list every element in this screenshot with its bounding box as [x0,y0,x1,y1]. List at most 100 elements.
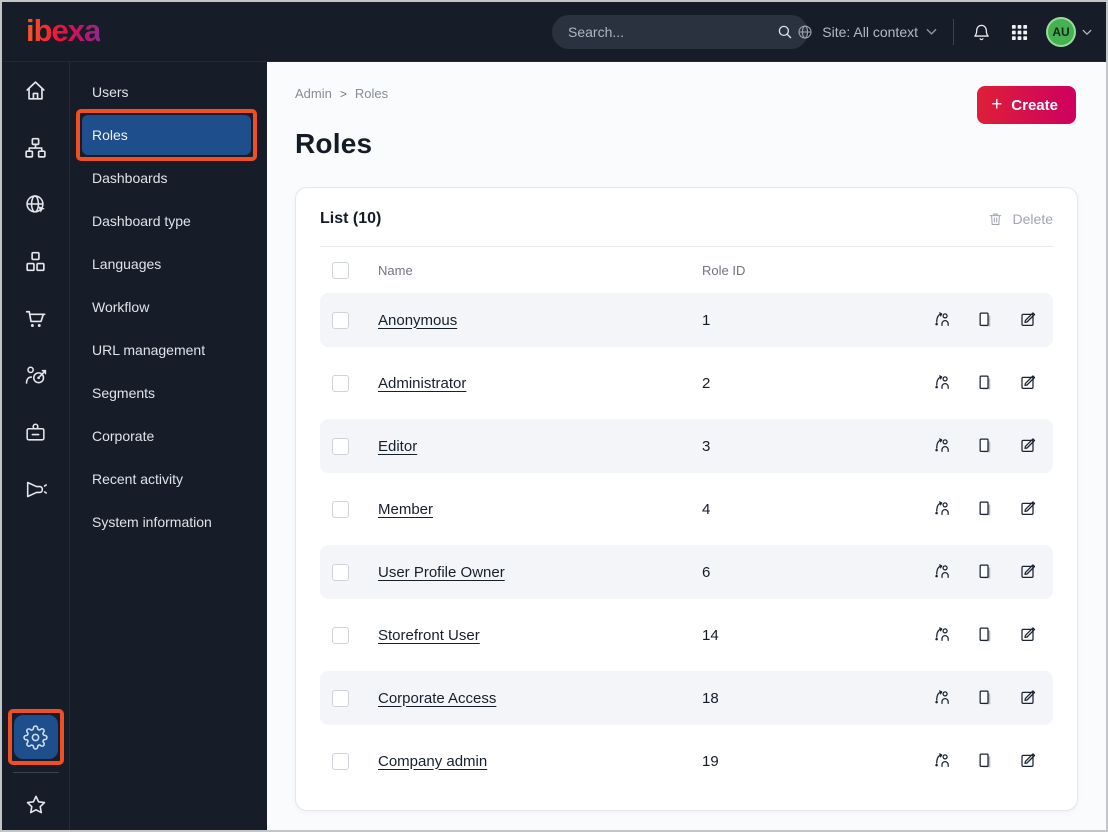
search-input[interactable]: Search... [552,15,808,49]
assign-button[interactable] [933,688,953,708]
submenu-item-workflow[interactable]: Workflow [82,287,251,327]
settings-button[interactable] [13,715,58,759]
breadcrumb-item-admin[interactable]: Admin [295,86,332,101]
rail-item-corporate[interactable] [2,404,69,461]
role-name-link[interactable]: Administrator [378,375,702,392]
copy-icon [976,625,996,645]
submenu-item-dashboards[interactable]: Dashboards [82,158,251,198]
role-name-link[interactable]: Anonymous [378,312,702,329]
row-checkbox[interactable] [332,689,349,707]
edit-button[interactable] [1019,625,1039,645]
table-row: Company admin 19 [320,734,1053,788]
row-checkbox[interactable] [332,500,349,518]
assign-button[interactable] [933,751,953,771]
submenu-label: Workflow [92,299,150,315]
user-menu[interactable]: AU [1046,17,1092,47]
top-bar: ibexa Search... Site: All context AU [2,2,1106,62]
role-name-link[interactable]: Editor [378,438,702,455]
role-name-link[interactable]: Company admin [378,753,702,770]
search-placeholder: Search... [568,24,625,40]
row-checkbox[interactable] [332,437,349,455]
row-checkbox[interactable] [332,374,349,392]
submenu-item-languages[interactable]: Languages [82,244,251,284]
submenu-item-segments[interactable]: Segments [82,373,251,413]
role-id-value: 14 [702,626,719,644]
create-button-label: Create [1011,96,1058,114]
submenu-label: System information [92,514,212,530]
edit-button[interactable] [1019,562,1039,582]
rail-item-content-structure[interactable] [2,119,69,176]
assign-button[interactable] [933,436,953,456]
copy-button[interactable] [976,688,996,708]
copy-button[interactable] [976,562,996,582]
chevron-down-icon [926,28,937,36]
role-id-value: 6 [702,563,711,581]
edit-icon [1019,499,1039,519]
role-id-value: 1 [702,311,711,329]
copy-icon [976,499,996,519]
app-switcher-button[interactable] [1009,22,1030,43]
row-checkbox[interactable] [332,311,349,329]
table-row: Corporate Access 18 [320,671,1053,725]
copy-button[interactable] [976,625,996,645]
assign-button[interactable] [933,625,953,645]
submenu-item-dashboard-type[interactable]: Dashboard type [82,201,251,241]
edit-button[interactable] [1019,751,1039,771]
app-window: ibexa Search... Site: All context AU Use… [0,0,1108,832]
submenu-item-corporate[interactable]: Corporate [82,416,251,456]
table-body: Anonymous 1 Administrator 2 Editor 3 Mem… [320,293,1053,788]
site-context-label: Site: All context [822,24,918,40]
edit-icon [1019,436,1039,456]
edit-button[interactable] [1019,688,1039,708]
role-id-value: 4 [702,500,711,518]
submenu-item-system-information[interactable]: System information [82,502,251,542]
copy-button[interactable] [976,373,996,393]
role-id-value: 19 [702,752,719,770]
rail-item-site[interactable] [2,176,69,233]
rail-item-dashboard[interactable] [2,62,69,119]
notifications-button[interactable] [970,21,993,44]
row-checkbox[interactable] [332,626,349,644]
edit-button[interactable] [1019,499,1039,519]
submenu-item-recent-activity[interactable]: Recent activity [82,459,251,499]
row-checkbox[interactable] [332,752,349,770]
copy-button[interactable] [976,751,996,771]
rail-item-products[interactable] [2,233,69,290]
role-name-link[interactable]: Storefront User [378,627,702,644]
create-button[interactable]: + Create [977,86,1076,124]
role-name-link[interactable]: User Profile Owner [378,564,702,581]
delete-button-label: Delete [1012,211,1053,227]
edit-button[interactable] [1019,373,1039,393]
gear-icon [23,725,48,750]
rail-item-segments[interactable] [2,347,69,404]
site-context-selector[interactable]: Site: All context [796,23,937,41]
bookmarks-button[interactable] [2,785,69,825]
assign-button[interactable] [933,373,953,393]
submenu-item-roles[interactable]: Roles [76,109,257,161]
delete-button[interactable]: Delete [987,211,1053,228]
role-name-link[interactable]: Member [378,501,702,518]
assign-button[interactable] [933,310,953,330]
app-grid-icon [1011,24,1028,41]
copy-button[interactable] [976,436,996,456]
row-checkbox[interactable] [332,563,349,581]
bell-icon [972,23,991,42]
assign-button[interactable] [933,499,953,519]
copy-button[interactable] [976,499,996,519]
assign-button[interactable] [933,562,953,582]
column-header-role-id: Role ID [702,262,746,278]
submenu-label: Corporate [92,428,155,444]
submenu-label: Dashboards [92,170,168,186]
role-id-value: 18 [702,689,719,707]
submenu-item-url-management[interactable]: URL management [82,330,251,370]
rail-item-commerce[interactable] [2,290,69,347]
rail-item-marketing[interactable] [2,461,69,518]
rail-divider [12,772,59,773]
select-all-checkbox[interactable] [332,261,349,279]
copy-button[interactable] [976,310,996,330]
edit-button[interactable] [1019,310,1039,330]
submenu-item-users[interactable]: Users [82,72,251,112]
role-name-link[interactable]: Corporate Access [378,690,702,707]
edit-button[interactable] [1019,436,1039,456]
breadcrumb-separator: > [339,86,347,101]
